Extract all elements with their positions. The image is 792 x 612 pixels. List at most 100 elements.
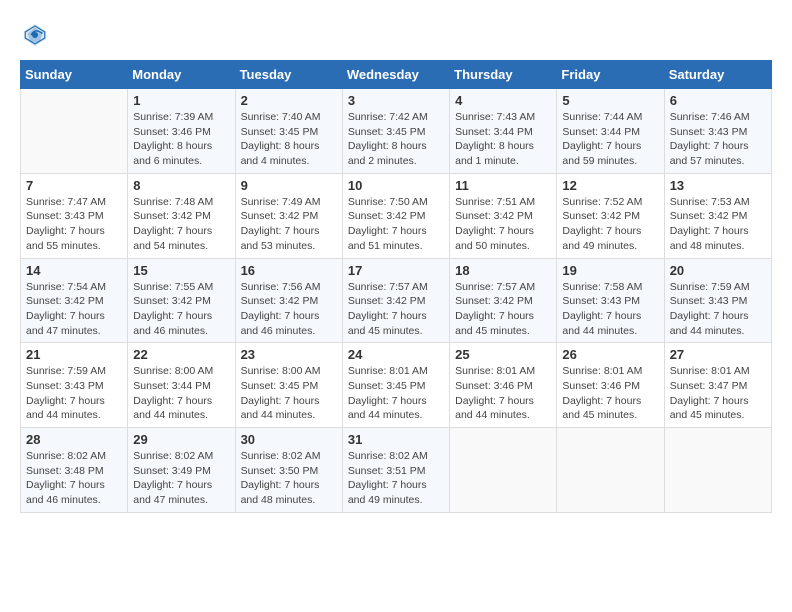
header-day: Friday bbox=[557, 61, 664, 89]
header-day: Tuesday bbox=[235, 61, 342, 89]
day-info: Sunrise: 8:01 AM Sunset: 3:45 PM Dayligh… bbox=[348, 364, 444, 423]
header-day: Monday bbox=[128, 61, 235, 89]
calendar-cell bbox=[664, 428, 771, 513]
calendar-cell: 5 Sunrise: 7:44 AM Sunset: 3:44 PM Daylig… bbox=[557, 89, 664, 174]
calendar-cell: 17 Sunrise: 7:57 AM Sunset: 3:42 PM Dayli… bbox=[342, 258, 449, 343]
day-number: 22 bbox=[133, 347, 229, 362]
calendar-body: 1 Sunrise: 7:39 AM Sunset: 3:46 PM Daylig… bbox=[21, 89, 772, 513]
calendar-cell: 7Sunrise: 7:47 AM Sunset: 3:43 PM Daylig… bbox=[21, 173, 128, 258]
calendar-cell: 22 Sunrise: 8:00 AM Sunset: 3:44 PM Dayli… bbox=[128, 343, 235, 428]
day-number: 19 bbox=[562, 263, 658, 278]
page-header bbox=[20, 20, 772, 50]
calendar-header: SundayMondayTuesdayWednesdayThursdayFrid… bbox=[21, 61, 772, 89]
calendar-cell: 18 Sunrise: 7:57 AM Sunset: 3:42 PM Dayli… bbox=[450, 258, 557, 343]
calendar-cell: 16 Sunrise: 7:56 AM Sunset: 3:42 PM Dayli… bbox=[235, 258, 342, 343]
day-number: 7 bbox=[26, 178, 122, 193]
day-number: 3 bbox=[348, 93, 444, 108]
calendar-cell: 11 Sunrise: 7:51 AM Sunset: 3:42 PM Dayli… bbox=[450, 173, 557, 258]
day-info: Sunrise: 8:02 AM Sunset: 3:50 PM Dayligh… bbox=[241, 449, 337, 508]
calendar-cell: 9Sunrise: 7:49 AM Sunset: 3:42 PM Daylig… bbox=[235, 173, 342, 258]
day-number: 11 bbox=[455, 178, 551, 193]
calendar-cell: 4 Sunrise: 7:43 AM Sunset: 3:44 PM Daylig… bbox=[450, 89, 557, 174]
logo bbox=[20, 20, 52, 50]
day-number: 16 bbox=[241, 263, 337, 278]
header-row: SundayMondayTuesdayWednesdayThursdayFrid… bbox=[21, 61, 772, 89]
day-number: 28 bbox=[26, 432, 122, 447]
calendar-cell: 26 Sunrise: 8:01 AM Sunset: 3:46 PM Dayli… bbox=[557, 343, 664, 428]
day-info: Sunrise: 8:00 AM Sunset: 3:44 PM Dayligh… bbox=[133, 364, 229, 423]
day-info: Sunrise: 8:02 AM Sunset: 3:49 PM Dayligh… bbox=[133, 449, 229, 508]
day-info: Sunrise: 7:51 AM Sunset: 3:42 PM Dayligh… bbox=[455, 195, 551, 254]
calendar-cell: 30 Sunrise: 8:02 AM Sunset: 3:50 PM Dayli… bbox=[235, 428, 342, 513]
day-number: 9 bbox=[241, 178, 337, 193]
day-info: Sunrise: 8:00 AM Sunset: 3:45 PM Dayligh… bbox=[241, 364, 337, 423]
day-number: 10 bbox=[348, 178, 444, 193]
calendar-cell bbox=[557, 428, 664, 513]
day-number: 4 bbox=[455, 93, 551, 108]
day-info: Sunrise: 7:55 AM Sunset: 3:42 PM Dayligh… bbox=[133, 280, 229, 339]
calendar-cell bbox=[21, 89, 128, 174]
calendar-cell: 14Sunrise: 7:54 AM Sunset: 3:42 PM Dayli… bbox=[21, 258, 128, 343]
day-info: Sunrise: 7:54 AM Sunset: 3:42 PM Dayligh… bbox=[26, 280, 122, 339]
day-info: Sunrise: 7:50 AM Sunset: 3:42 PM Dayligh… bbox=[348, 195, 444, 254]
day-info: Sunrise: 7:40 AM Sunset: 3:45 PM Dayligh… bbox=[241, 110, 337, 169]
calendar-cell bbox=[450, 428, 557, 513]
calendar-week-row: 14Sunrise: 7:54 AM Sunset: 3:42 PM Dayli… bbox=[21, 258, 772, 343]
day-number: 30 bbox=[241, 432, 337, 447]
day-info: Sunrise: 7:53 AM Sunset: 3:42 PM Dayligh… bbox=[670, 195, 766, 254]
logo-icon bbox=[20, 20, 50, 50]
header-day: Saturday bbox=[664, 61, 771, 89]
day-info: Sunrise: 7:46 AM Sunset: 3:43 PM Dayligh… bbox=[670, 110, 766, 169]
calendar-cell: 13 Sunrise: 7:53 AM Sunset: 3:42 PM Dayli… bbox=[664, 173, 771, 258]
calendar-cell: 24 Sunrise: 8:01 AM Sunset: 3:45 PM Dayli… bbox=[342, 343, 449, 428]
day-number: 17 bbox=[348, 263, 444, 278]
calendar-cell: 19 Sunrise: 7:58 AM Sunset: 3:43 PM Dayli… bbox=[557, 258, 664, 343]
day-info: Sunrise: 7:44 AM Sunset: 3:44 PM Dayligh… bbox=[562, 110, 658, 169]
calendar-cell: 31Sunrise: 8:02 AM Sunset: 3:51 PM Dayli… bbox=[342, 428, 449, 513]
header-day: Wednesday bbox=[342, 61, 449, 89]
day-info: Sunrise: 7:39 AM Sunset: 3:46 PM Dayligh… bbox=[133, 110, 229, 169]
calendar-cell: 3 Sunrise: 7:42 AM Sunset: 3:45 PM Daylig… bbox=[342, 89, 449, 174]
day-info: Sunrise: 7:57 AM Sunset: 3:42 PM Dayligh… bbox=[348, 280, 444, 339]
day-info: Sunrise: 7:59 AM Sunset: 3:43 PM Dayligh… bbox=[670, 280, 766, 339]
day-number: 5 bbox=[562, 93, 658, 108]
day-number: 27 bbox=[670, 347, 766, 362]
calendar-table: SundayMondayTuesdayWednesdayThursdayFrid… bbox=[20, 60, 772, 513]
day-number: 29 bbox=[133, 432, 229, 447]
day-info: Sunrise: 8:02 AM Sunset: 3:48 PM Dayligh… bbox=[26, 449, 122, 508]
day-number: 24 bbox=[348, 347, 444, 362]
calendar-cell: 12 Sunrise: 7:52 AM Sunset: 3:42 PM Dayli… bbox=[557, 173, 664, 258]
day-info: Sunrise: 8:01 AM Sunset: 3:46 PM Dayligh… bbox=[455, 364, 551, 423]
calendar-week-row: 28 Sunrise: 8:02 AM Sunset: 3:48 PM Dayli… bbox=[21, 428, 772, 513]
header-day: Sunday bbox=[21, 61, 128, 89]
day-info: Sunrise: 7:56 AM Sunset: 3:42 PM Dayligh… bbox=[241, 280, 337, 339]
day-info: Sunrise: 7:43 AM Sunset: 3:44 PM Dayligh… bbox=[455, 110, 551, 169]
day-info: Sunrise: 7:42 AM Sunset: 3:45 PM Dayligh… bbox=[348, 110, 444, 169]
day-number: 13 bbox=[670, 178, 766, 193]
calendar-cell: 25Sunrise: 8:01 AM Sunset: 3:46 PM Dayli… bbox=[450, 343, 557, 428]
day-info: Sunrise: 8:02 AM Sunset: 3:51 PM Dayligh… bbox=[348, 449, 444, 508]
day-info: Sunrise: 7:52 AM Sunset: 3:42 PM Dayligh… bbox=[562, 195, 658, 254]
calendar-cell: 27 Sunrise: 8:01 AM Sunset: 3:47 PM Dayli… bbox=[664, 343, 771, 428]
calendar-cell: 29 Sunrise: 8:02 AM Sunset: 3:49 PM Dayli… bbox=[128, 428, 235, 513]
day-number: 2 bbox=[241, 93, 337, 108]
day-number: 23 bbox=[241, 347, 337, 362]
day-number: 26 bbox=[562, 347, 658, 362]
calendar-cell: 2 Sunrise: 7:40 AM Sunset: 3:45 PM Daylig… bbox=[235, 89, 342, 174]
calendar-cell: 1 Sunrise: 7:39 AM Sunset: 3:46 PM Daylig… bbox=[128, 89, 235, 174]
day-info: Sunrise: 8:01 AM Sunset: 3:47 PM Dayligh… bbox=[670, 364, 766, 423]
calendar-cell: 10 Sunrise: 7:50 AM Sunset: 3:42 PM Dayli… bbox=[342, 173, 449, 258]
header-day: Thursday bbox=[450, 61, 557, 89]
day-info: Sunrise: 7:58 AM Sunset: 3:43 PM Dayligh… bbox=[562, 280, 658, 339]
day-info: Sunrise: 7:59 AM Sunset: 3:43 PM Dayligh… bbox=[26, 364, 122, 423]
day-info: Sunrise: 7:57 AM Sunset: 3:42 PM Dayligh… bbox=[455, 280, 551, 339]
day-number: 18 bbox=[455, 263, 551, 278]
calendar-cell: 21 Sunrise: 7:59 AM Sunset: 3:43 PM Dayli… bbox=[21, 343, 128, 428]
calendar-week-row: 21 Sunrise: 7:59 AM Sunset: 3:43 PM Dayli… bbox=[21, 343, 772, 428]
calendar-cell: 15Sunrise: 7:55 AM Sunset: 3:42 PM Dayli… bbox=[128, 258, 235, 343]
day-info: Sunrise: 8:01 AM Sunset: 3:46 PM Dayligh… bbox=[562, 364, 658, 423]
day-number: 21 bbox=[26, 347, 122, 362]
day-number: 1 bbox=[133, 93, 229, 108]
calendar-week-row: 7Sunrise: 7:47 AM Sunset: 3:43 PM Daylig… bbox=[21, 173, 772, 258]
day-number: 12 bbox=[562, 178, 658, 193]
